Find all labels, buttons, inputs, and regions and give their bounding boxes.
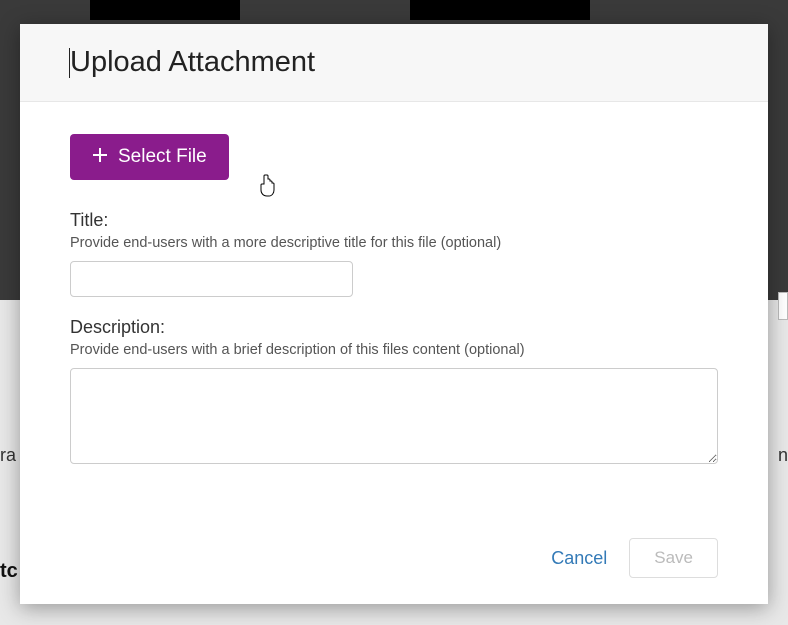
- cancel-button[interactable]: Cancel: [551, 548, 607, 569]
- plus-icon: [92, 147, 108, 167]
- bg-text-fragment: tc: [0, 560, 18, 583]
- modal-header: Upload Attachment: [20, 24, 768, 102]
- bg-box-fragment: [778, 292, 788, 320]
- modal-body: Select File Title: Provide end-users wit…: [20, 102, 768, 524]
- modal-title: Upload Attachment: [70, 46, 718, 79]
- description-label: Description:: [70, 317, 718, 338]
- description-help-text: Provide end-users with a brief descripti…: [70, 342, 718, 358]
- description-field-group: Description: Provide end-users with a br…: [70, 317, 718, 469]
- cursor-pointer-icon: [258, 174, 278, 198]
- save-button[interactable]: Save: [629, 538, 718, 578]
- bg-text-fragment: ra: [0, 445, 16, 466]
- description-textarea[interactable]: [70, 368, 718, 464]
- modal-footer: Cancel Save: [20, 524, 768, 604]
- select-file-button[interactable]: Select File: [70, 134, 229, 180]
- title-input[interactable]: [70, 261, 353, 297]
- title-field-group: Title: Provide end-users with a more des…: [70, 210, 718, 297]
- select-file-label: Select File: [118, 146, 207, 168]
- title-help-text: Provide end-users with a more descriptiv…: [70, 235, 718, 251]
- title-label: Title:: [70, 210, 718, 231]
- upload-attachment-modal: Upload Attachment Select File Title: Pro…: [20, 24, 768, 604]
- bg-text-fragment: n: [778, 445, 788, 466]
